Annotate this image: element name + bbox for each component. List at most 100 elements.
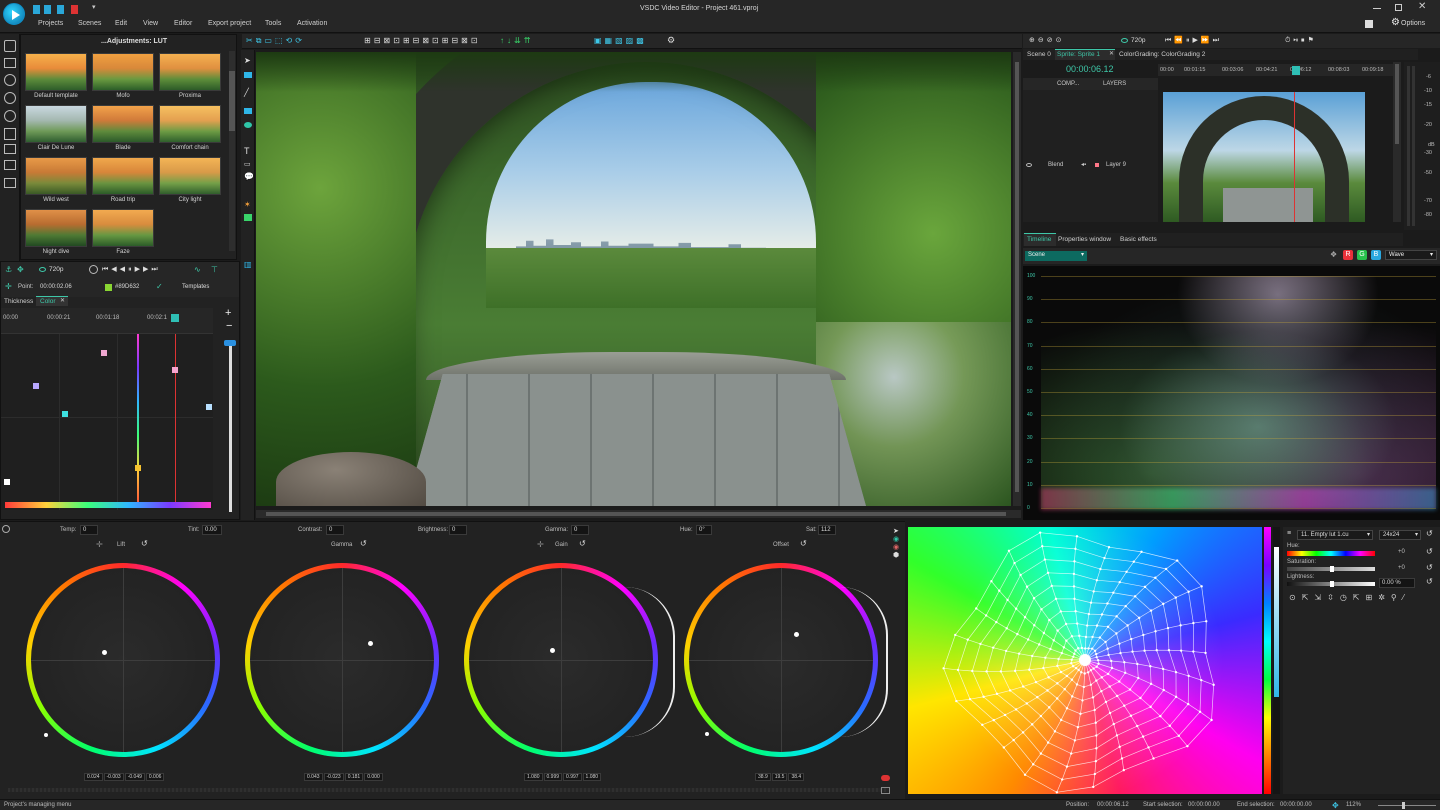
lift-value-2[interactable]: -0.049 — [124, 773, 145, 781]
quick-access-dropdown-icon[interactable]: ▾ — [92, 3, 96, 11]
tab-thickness[interactable]: Thickness — [4, 298, 33, 305]
templates-dropdown[interactable]: Templates — [182, 284, 209, 290]
tab-scene-0[interactable]: Scene 0 — [1027, 51, 1051, 58]
keyframe-point-1[interactable] — [101, 350, 107, 356]
lut-thumb-city-light[interactable] — [159, 157, 221, 195]
app-logo-icon[interactable] — [3, 3, 25, 25]
lut-thumb-proxima[interactable] — [159, 53, 221, 91]
lut-thumb-comfort-chain[interactable] — [159, 105, 221, 143]
keyframe-graph[interactable] — [1, 334, 213, 510]
eye-icon[interactable] — [39, 267, 46, 272]
camera-icon[interactable] — [4, 128, 16, 140]
save-project-icon[interactable] — [57, 5, 64, 14]
offset-edge-handle[interactable] — [705, 732, 709, 736]
subtitle-icon[interactable]: ▭ — [244, 160, 251, 168]
gamma-value-0[interactable]: 0.043 — [304, 773, 323, 781]
home-icon[interactable] — [4, 40, 16, 52]
lut-thumb-mofo[interactable] — [92, 53, 154, 91]
lift-crosshair-icon[interactable]: ✛ — [96, 540, 103, 549]
keyframe-point-5[interactable] — [206, 404, 212, 410]
gain-crosshair-icon[interactable]: ✛ — [537, 540, 544, 549]
toolbar-icons-group-1[interactable]: ✂⧉▭⬚⟲⟳ — [246, 36, 305, 46]
menu-edit[interactable]: Edit — [115, 20, 127, 27]
options-label[interactable]: Options — [1401, 20, 1425, 27]
stop-icon[interactable] — [89, 265, 98, 274]
image-tool-icon[interactable] — [244, 214, 252, 221]
channel-g-toggle[interactable]: G — [1357, 250, 1367, 260]
offset-value-1[interactable]: 19.5 — [771, 773, 788, 781]
lut-saturation-slider[interactable] — [1287, 566, 1375, 572]
playback-controls[interactable]: ⏮◀◀⏸▶▶⏭ — [102, 265, 161, 274]
param-gamma-field[interactable]: 0 — [571, 525, 589, 535]
lut-thumb-road-trip[interactable] — [92, 157, 154, 195]
dropper-mini-icon[interactable]: ◉ — [893, 543, 905, 551]
anchor-icon[interactable]: ⚓ — [5, 265, 12, 274]
image-icon[interactable] — [4, 160, 16, 170]
menu-scenes[interactable]: Scenes — [78, 20, 101, 27]
lut-panel-scrollbar[interactable] — [229, 51, 235, 251]
gain-value-2[interactable]: 0.997 — [563, 773, 582, 781]
scope-palette-icon[interactable]: ❖ — [1330, 250, 1337, 259]
lift-value-3[interactable]: 0.006 — [145, 773, 165, 781]
offset-handle[interactable] — [794, 632, 799, 637]
chat-icon[interactable]: 💬 — [244, 172, 254, 181]
shape-icon[interactable] — [244, 108, 252, 114]
preview-h-scrollbar[interactable] — [256, 510, 1021, 518]
param-temp-field[interactable]: 0 — [80, 525, 98, 535]
cursor-icon[interactable]: ➤ — [244, 56, 251, 65]
timeline-resolution[interactable]: 720p — [1131, 37, 1145, 44]
lut-list-icon[interactable]: ≡ — [1287, 530, 1291, 537]
lut-hue-reset-icon[interactable]: ↺ — [1426, 547, 1433, 556]
lift-value-1[interactable]: -0.003 — [103, 773, 124, 781]
tl-playhead-marker[interactable] — [1292, 66, 1300, 75]
lut-grid-size-dropdown[interactable]: 24x24 ▾ — [1379, 530, 1421, 540]
chart-tool-icon[interactable]: ▥ — [244, 260, 252, 269]
toolbar-icons-group-2[interactable]: ⊞⊟⊠⊡⊞⊟⊠⊡⊞⊟⊠⊡ — [364, 36, 480, 45]
scope-source-dropdown[interactable]: Scene ▾ — [1025, 251, 1087, 261]
layer-visibility-icon[interactable] — [1026, 163, 1032, 167]
tab-color-grading[interactable]: ColorGrading: ColorGrading 2 — [1119, 51, 1205, 58]
lift-value-0[interactable]: 0.024 — [84, 773, 103, 781]
menu-tools[interactable]: Tools — [265, 20, 281, 27]
keyframe-point-7[interactable] — [4, 479, 10, 485]
hex-mini-icon[interactable]: ⬢ — [893, 551, 905, 559]
lift-wheel[interactable] — [20, 557, 226, 763]
lut-grid-editor[interactable] — [908, 527, 1262, 794]
checkmark-icon[interactable]: ✓ — [156, 282, 163, 291]
lut-thumb-clair-de-lune[interactable] — [25, 105, 87, 143]
lift-edge-handle[interactable] — [44, 733, 48, 737]
menu-editor[interactable]: Editor — [174, 20, 192, 27]
offset-value-2[interactable]: 38.4 — [788, 773, 805, 781]
cursor-mini-icon[interactable]: ➤ — [893, 527, 905, 535]
video-preview[interactable] — [256, 52, 1011, 506]
gain-value-1[interactable]: 0.999 — [543, 773, 563, 781]
gamma-reset-icon[interactable]: ↺ — [360, 539, 367, 548]
fullscreen-icon[interactable] — [881, 787, 890, 794]
offset-value-0[interactable]: 38.9 — [755, 773, 771, 781]
color-swatch-icon[interactable] — [105, 284, 112, 291]
folder-icon[interactable] — [4, 58, 16, 68]
tab-properties-window[interactable]: Properties window — [1058, 236, 1111, 243]
color-hex-field[interactable]: #89D632 — [113, 283, 153, 293]
lut-thumb-faze[interactable] — [92, 209, 154, 247]
status-zoom-slider[interactable] — [1378, 802, 1436, 809]
timeline-layer-row[interactable]: Blend ◂▪ Layer 9 — [1023, 90, 1158, 222]
minimize-icon[interactable] — [1373, 8, 1381, 9]
gamma-value-2[interactable]: 0.181 — [344, 773, 364, 781]
menu-export-project[interactable]: Export project — [208, 20, 251, 27]
line-icon[interactable]: ╱ — [244, 88, 249, 97]
timeline-v-scroll[interactable] — [1393, 62, 1401, 222]
toolbar-icons-group-3[interactable]: ↑↓⇊⇈ — [500, 36, 533, 45]
channel-b-toggle[interactable]: B — [1371, 250, 1381, 260]
offset-reset-icon[interactable]: ↺ — [800, 539, 807, 548]
text-tool-icon[interactable]: T — [244, 146, 250, 156]
gamma-value-3[interactable]: 0.000 — [364, 773, 383, 781]
timeline-eye-icon[interactable] — [1121, 38, 1128, 43]
lut-thumb-night-dive[interactable] — [25, 209, 87, 247]
channel-r-toggle[interactable]: R — [1343, 250, 1353, 260]
export-icon[interactable] — [71, 5, 78, 14]
menu-activation[interactable]: Activation — [297, 20, 327, 27]
status-zoom-value[interactable]: 112% — [1346, 802, 1361, 808]
crosshair-icon[interactable]: ✛ — [5, 282, 12, 291]
layout-icon[interactable] — [1365, 20, 1373, 28]
